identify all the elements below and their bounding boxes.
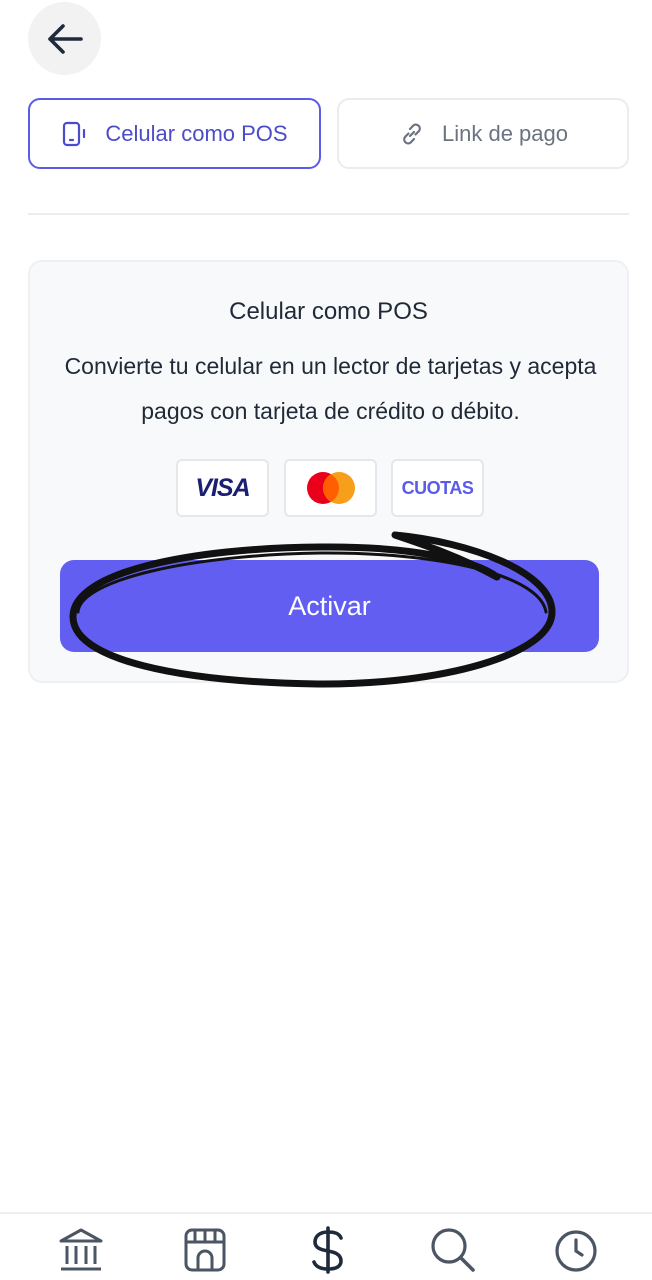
pos-card: Celular como POS Convierte tu celular en… [28, 260, 629, 683]
card-title: Celular como POS [229, 298, 428, 325]
activate-button[interactable]: Activar [60, 560, 599, 652]
back-button[interactable] [28, 2, 101, 75]
cuotas-label: CUOTAS [401, 477, 474, 498]
arrow-left-icon [47, 23, 83, 54]
phone-icon [61, 120, 89, 148]
nav-item-bank[interactable] [55, 1224, 107, 1280]
bank-icon [59, 1228, 103, 1271]
divider [28, 213, 629, 215]
visa-logo: VISA [195, 473, 250, 502]
mastercard-badge [284, 459, 377, 517]
nav-item-search[interactable] [426, 1224, 478, 1280]
payment-method-tabs: Celular como POS Link de pago [28, 98, 629, 169]
bottom-navigation [0, 1212, 652, 1280]
tab-link-de-pago[interactable]: Link de pago [337, 98, 629, 169]
visa-badge: VISA [176, 459, 269, 517]
dollar-icon [312, 1226, 343, 1274]
mastercard-logo-icon [306, 472, 355, 504]
tab-label: Link de pago [442, 120, 568, 146]
tab-label: Celular como POS [105, 120, 288, 146]
nav-item-history[interactable] [550, 1224, 602, 1280]
store-icon [184, 1228, 226, 1272]
search-icon [431, 1228, 475, 1272]
card-description: Convierte tu celular en un lector de tar… [64, 353, 597, 424]
tab-celular-como-pos[interactable]: Celular como POS [28, 98, 321, 169]
activate-button-label: Activar [288, 590, 371, 621]
nav-item-store[interactable] [179, 1224, 231, 1280]
cuotas-badge: CUOTAS [391, 459, 484, 517]
clock-icon [555, 1230, 597, 1272]
screen: Celular como POS Link de pago Celular co… [0, 0, 652, 1280]
link-icon [398, 120, 426, 148]
nav-item-payments[interactable] [302, 1224, 354, 1280]
